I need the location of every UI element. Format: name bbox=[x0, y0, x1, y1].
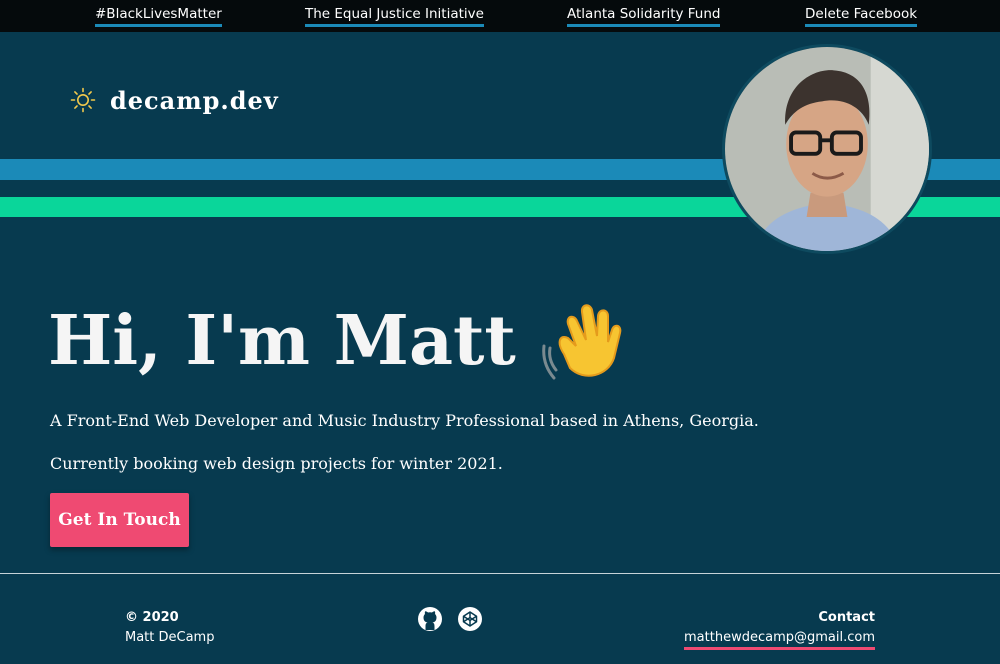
top-bar: #BlackLivesMatter The Equal Justice Init… bbox=[0, 0, 1000, 32]
hero-tagline: A Front-End Web Developer and Music Indu… bbox=[50, 411, 759, 430]
profile-photo bbox=[725, 47, 929, 251]
github-link[interactable] bbox=[417, 606, 443, 632]
contact-heading: Contact bbox=[818, 610, 875, 625]
contact-email-link[interactable]: matthewdecamp@gmail.com bbox=[684, 629, 875, 650]
avatar bbox=[722, 44, 932, 254]
hero-booking-note: Currently booking web design projects fo… bbox=[50, 454, 503, 473]
footer-divider bbox=[0, 573, 1000, 574]
waving-hand-icon bbox=[542, 304, 622, 380]
sun-icon bbox=[70, 87, 96, 113]
copyright-year: © 2020 bbox=[125, 610, 179, 625]
hero-title-text: Hi, I'm Matt bbox=[48, 301, 516, 381]
get-in-touch-button[interactable]: Get In Touch bbox=[50, 493, 189, 547]
copyright-name: Matt DeCamp bbox=[125, 630, 215, 645]
codepen-icon bbox=[458, 607, 482, 631]
hero-heading: Hi, I'm Matt bbox=[48, 296, 628, 386]
topbar-link-atlanta-solidarity-fund[interactable]: Atlanta Solidarity Fund bbox=[567, 6, 721, 27]
topbar-link-delete-facebook[interactable]: Delete Facebook bbox=[805, 6, 918, 27]
codepen-link[interactable] bbox=[457, 606, 483, 632]
social-links bbox=[417, 606, 483, 632]
topbar-link-black-lives-matter[interactable]: #BlackLivesMatter bbox=[95, 6, 222, 27]
github-icon bbox=[418, 607, 442, 631]
brand-logo-link[interactable]: decamp.dev bbox=[70, 84, 279, 116]
topbar-link-equal-justice-initiative[interactable]: The Equal Justice Initiative bbox=[305, 6, 484, 27]
brand-name: decamp.dev bbox=[110, 85, 279, 115]
